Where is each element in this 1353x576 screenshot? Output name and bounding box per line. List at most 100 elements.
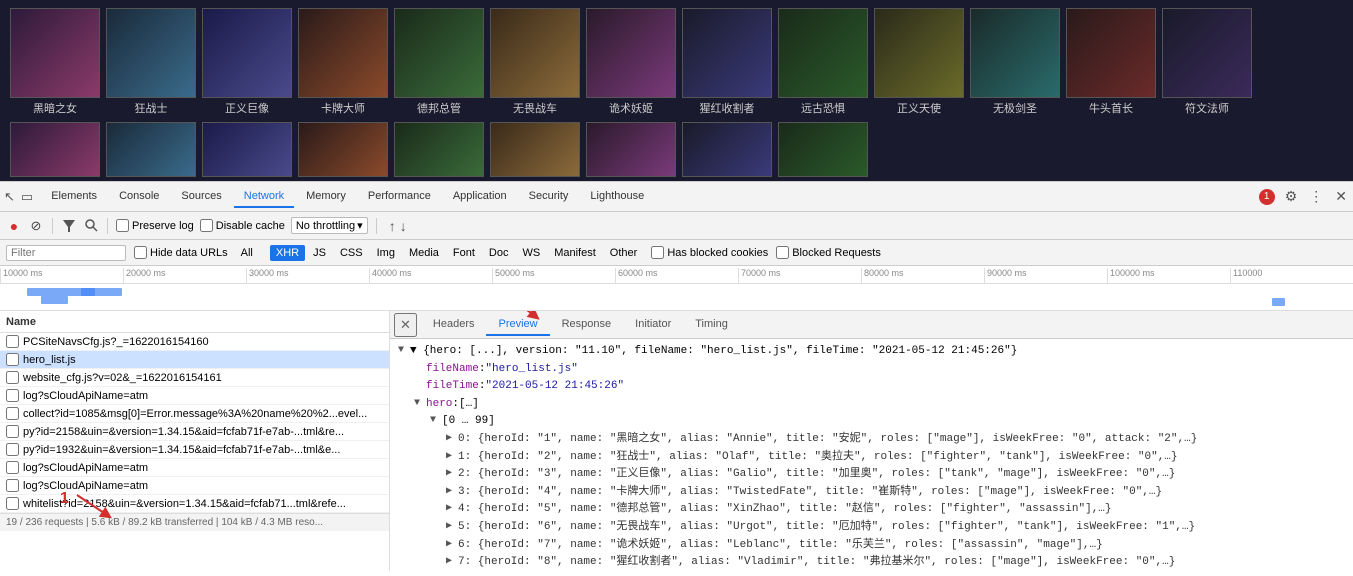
tab-sources[interactable]: Sources [171,186,231,208]
hero-item-r2-7[interactable] [586,122,676,177]
preview-tab-headers[interactable]: Headers [421,314,487,336]
file-list-item-3[interactable]: log?sCloudApiName=atm [0,387,389,405]
hero-item-xinzhao[interactable]: 德邦总管 [394,8,484,116]
tab-network[interactable]: Network [234,186,294,208]
download-btn[interactable]: ↓ [400,218,407,234]
preserve-log-label[interactable]: Preserve log [116,219,194,232]
entry-expand-arrow-1[interactable] [446,449,458,465]
filter-xhr[interactable]: XHR [270,245,305,261]
file-checkbox-9[interactable] [6,497,19,510]
hide-data-urls-checkbox[interactable] [134,246,147,259]
hero-item-r2-4[interactable] [298,122,388,177]
blocked-requests-checkbox[interactable] [776,246,789,259]
stop-button[interactable]: ⊘ [28,218,44,234]
filter-js[interactable]: JS [307,245,332,261]
file-checkbox-2[interactable] [6,371,19,384]
hero-item-leblanc[interactable]: 诡术妖姬 [586,8,676,116]
file-list-item-6[interactable]: py?id=1932&uin=&version=1.34.15&aid=fcfa… [0,441,389,459]
hero-item-r2-5[interactable] [394,122,484,177]
preview-tab-timing[interactable]: Timing [683,314,740,336]
hero-item-vla[interactable]: 猩红收割者 [682,8,772,116]
file-list-item-9[interactable]: whitelist?id=2158&uin=&version=1.34.15&a… [0,495,389,513]
file-checkbox-3[interactable] [6,389,19,402]
hero-item-r2-1[interactable] [10,122,100,177]
disable-cache-checkbox[interactable] [200,219,213,232]
blocked-requests-label[interactable]: Blocked Requests [776,246,881,259]
filter-ws[interactable]: WS [516,245,546,261]
filter-other[interactable]: Other [604,245,644,261]
entry-expand-arrow-4[interactable] [446,501,458,517]
close-icon[interactable]: ✕ [1333,186,1349,207]
preserve-log-checkbox[interactable] [116,219,129,232]
settings-icon[interactable]: ⚙ [1283,186,1300,207]
vertical-dots-icon[interactable]: ⋮ [1307,186,1325,207]
filter-font[interactable]: Font [447,245,481,261]
file-checkbox-4[interactable] [6,407,19,420]
file-list-item-2[interactable]: website_cfg.js?v=02&_=1622016154161 [0,369,389,387]
hero-item-fiddle[interactable]: 远古恐惧 [778,8,868,116]
search-button[interactable] [83,218,99,234]
filter-img[interactable]: Img [371,245,401,261]
entry-expand-arrow-0[interactable] [446,431,458,447]
hero-item-r2-8[interactable] [682,122,772,177]
entry-expand-arrow-7[interactable] [446,554,458,570]
all-filter-btn[interactable]: All [236,245,258,261]
upload-btn[interactable]: ↑ [389,218,396,234]
hero-expand-arrow[interactable] [414,396,426,412]
file-checkbox-7[interactable] [6,461,19,474]
hero-item-galio[interactable]: 正义巨像 [202,8,292,116]
filter-input[interactable] [6,245,126,261]
tab-application[interactable]: Application [443,186,517,208]
entry-expand-arrow-6[interactable] [446,537,458,553]
filter-css[interactable]: CSS [334,245,369,261]
root-expand-arrow[interactable] [398,343,410,359]
hero-item-olaf[interactable]: 狂战士 [106,8,196,116]
tab-elements[interactable]: Elements [41,186,107,208]
throttle-dropdown[interactable]: No throttling ▾ [291,217,368,234]
file-checkbox-5[interactable] [6,425,19,438]
filter-doc[interactable]: Doc [483,245,515,261]
file-list-item-4[interactable]: collect?id=1085&msg[0]=Error.message%3A%… [0,405,389,423]
disable-cache-label[interactable]: Disable cache [200,219,285,232]
hero-item-urgot[interactable]: 无畏战车 [490,8,580,116]
file-list-item-0[interactable]: PCSiteNavsCfg.js?_=1622016154160 [0,333,389,351]
file-list-item-7[interactable]: log?sCloudApiName=atm [0,459,389,477]
preview-tab-preview[interactable]: Preview [486,314,549,336]
hero-item-veigar[interactable]: 符文法师 [1162,8,1252,116]
file-checkbox-8[interactable] [6,479,19,492]
file-checkbox-0[interactable] [6,335,19,348]
preview-tab-response[interactable]: Response [550,314,624,336]
file-list-item-8[interactable]: log?sCloudApiName=atm [0,477,389,495]
hero-item-r2-3[interactable] [202,122,292,177]
hero-item-r2-6[interactable] [490,122,580,177]
hide-data-urls-label[interactable]: Hide data URLs [134,246,228,259]
entry-expand-arrow-2[interactable] [446,466,458,482]
tab-security[interactable]: Security [519,186,579,208]
range-expand-arrow[interactable] [430,413,442,429]
file-checkbox-6[interactable] [6,443,19,456]
tab-performance[interactable]: Performance [358,186,441,208]
tab-lighthouse[interactable]: Lighthouse [580,186,654,208]
hero-item-r2-9[interactable] [778,122,868,177]
preview-tab-initiator[interactable]: Initiator [623,314,683,336]
filter-media[interactable]: Media [403,245,445,261]
preview-close-btn[interactable]: ✕ [394,313,417,337]
hero-item-yi[interactable]: 无极剑圣 [970,8,1060,116]
file-checkbox-1[interactable] [6,353,19,366]
blocked-cookies-label[interactable]: Has blocked cookies [651,246,768,259]
record-button[interactable]: ● [6,218,22,234]
hero-item-annie[interactable]: 黑暗之女 [10,8,100,116]
filter-button[interactable] [61,218,77,234]
entry-expand-arrow-3[interactable] [446,484,458,500]
blocked-cookies-checkbox[interactable] [651,246,664,259]
hero-item-tf[interactable]: 卡牌大师 [298,8,388,116]
tab-console[interactable]: Console [109,186,169,208]
file-list-item-5[interactable]: py?id=2158&uin=&version=1.34.15&aid=fcfa… [0,423,389,441]
hero-item-r2-2[interactable] [106,122,196,177]
tab-memory[interactable]: Memory [296,186,356,208]
file-list-item-1[interactable]: hero_list.js [0,351,389,369]
hero-item-trundle[interactable]: 牛头首长 [1066,8,1156,116]
entry-expand-arrow-5[interactable] [446,519,458,535]
filter-manifest[interactable]: Manifest [548,245,602,261]
hero-item-justice[interactable]: 正义天使 [874,8,964,116]
